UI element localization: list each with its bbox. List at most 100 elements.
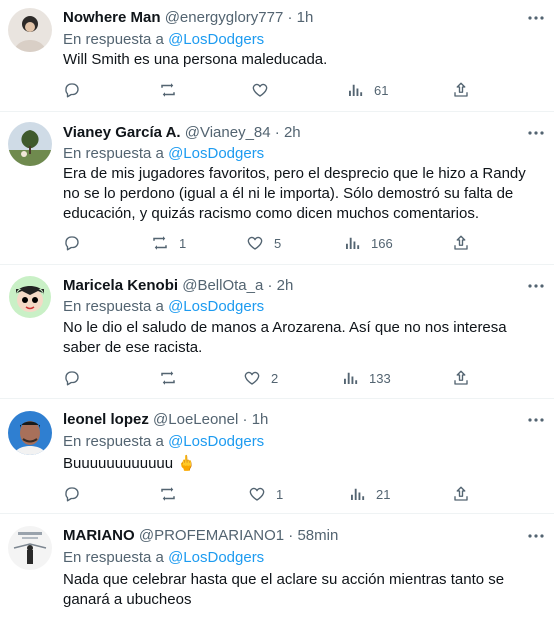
tweet-header: leonel lopez @LoeLeonel · 1h: [63, 410, 268, 430]
author-handle[interactable]: @PROFEMARIANO1: [139, 527, 284, 544]
view-count: 21: [376, 486, 391, 502]
views-icon: [349, 84, 363, 96]
retweet-button[interactable]: [159, 368, 187, 388]
like-button[interactable]: [251, 80, 279, 100]
avatar[interactable]: [8, 526, 52, 570]
like-button[interactable]: 5: [246, 233, 281, 253]
reply-context: En respuesta a @LosDodgers: [63, 297, 264, 317]
reply-context: En respuesta a @LosDodgers: [63, 30, 264, 50]
timestamp[interactable]: 58min: [297, 527, 338, 544]
reply-prefix: En respuesta a: [63, 145, 164, 162]
retweet-button[interactable]: [159, 80, 187, 100]
timestamp[interactable]: 1h: [297, 9, 314, 26]
reply-to-link[interactable]: @LosDodgers: [168, 549, 264, 566]
share-button[interactable]: [452, 368, 470, 388]
share-icon: [454, 486, 468, 501]
views-icon: [351, 488, 365, 500]
avatar[interactable]: [8, 122, 52, 166]
avatar[interactable]: [8, 8, 52, 52]
view-count: 61: [374, 82, 389, 98]
tweet[interactable]: Vianey García A. @Vianey_84 · 2h En resp…: [0, 112, 554, 265]
action-bar: 1 21: [63, 484, 483, 504]
share-button[interactable]: [452, 484, 470, 504]
tweet-header: Nowhere Man @energyglory777 · 1h: [63, 8, 313, 28]
more-icon[interactable]: [526, 410, 546, 430]
more-icon[interactable]: [526, 123, 546, 143]
heart-icon: [247, 236, 263, 250]
more-icon[interactable]: [526, 276, 546, 296]
reply-context: En respuesta a @LosDodgers: [63, 144, 264, 164]
heart-icon: [249, 487, 265, 501]
tweet[interactable]: leonel lopez @LoeLeonel · 1h En respuest…: [0, 399, 554, 514]
reply-icon: [65, 83, 79, 98]
views-icon: [346, 237, 360, 249]
tweet[interactable]: Nowhere Man @energyglory777 · 1h En resp…: [0, 0, 554, 112]
reply-to-link[interactable]: @LosDodgers: [168, 31, 264, 48]
reply-button[interactable]: [63, 80, 81, 100]
like-count: 5: [274, 235, 282, 251]
tweet-header: Maricela Kenobi @BellOta_a · 2h: [63, 276, 293, 296]
views-icon: [344, 372, 358, 384]
views-button[interactable]: 166: [343, 233, 393, 253]
more-icon[interactable]: [526, 8, 546, 28]
heart-icon: [244, 371, 260, 385]
author-handle[interactable]: @energyglory777: [165, 9, 284, 26]
like-count: 1: [276, 486, 284, 502]
tweet-text: Era de mis jugadores favoritos, pero el …: [63, 165, 526, 222]
reply-prefix: En respuesta a: [63, 549, 164, 566]
retweet-icon: [153, 236, 167, 250]
author-name[interactable]: Vianey García A.: [63, 124, 181, 141]
views-button[interactable]: 61: [346, 80, 388, 100]
author-name[interactable]: Maricela Kenobi: [63, 277, 178, 294]
reply-button[interactable]: [63, 484, 81, 504]
share-button[interactable]: [452, 80, 470, 100]
tweet[interactable]: MARIANO @PROFEMARIANO1 · 58min En respue…: [0, 514, 554, 620]
author-handle[interactable]: @LoeLeonel: [153, 411, 238, 428]
retweet-count: 1: [179, 235, 187, 251]
retweet-icon: [161, 83, 175, 97]
retweet-icon: [161, 371, 175, 385]
reply-button[interactable]: [63, 368, 81, 388]
reply-context: En respuesta a @LosDodgers: [63, 548, 264, 568]
author-name[interactable]: MARIANO: [63, 527, 135, 544]
view-count: 133: [369, 370, 391, 386]
share-icon: [454, 82, 468, 97]
tweet-header: MARIANO @PROFEMARIANO1 · 58min: [63, 526, 338, 546]
heart-icon: [252, 83, 268, 97]
more-icon[interactable]: [526, 526, 546, 546]
like-button[interactable]: 1: [248, 484, 283, 504]
share-button[interactable]: [452, 233, 470, 253]
action-bar: 2 133: [63, 368, 483, 388]
like-button[interactable]: 2: [243, 368, 278, 388]
tweet[interactable]: Maricela Kenobi @BellOta_a · 2h En respu…: [0, 265, 554, 399]
tweet-text: No le dio el saludo de manos a Arozarena…: [63, 319, 507, 356]
retweet-button[interactable]: [159, 484, 187, 504]
retweet-button[interactable]: 1: [151, 233, 186, 253]
author-handle[interactable]: @Vianey_84: [185, 124, 271, 141]
dot-separator: ·: [242, 411, 248, 428]
reply-to-link[interactable]: @LosDodgers: [168, 145, 264, 162]
avatar[interactable]: [8, 275, 52, 319]
views-button[interactable]: 21: [348, 484, 390, 504]
reply-to-link[interactable]: @LosDodgers: [168, 298, 264, 315]
timestamp[interactable]: 1h: [252, 411, 269, 428]
share-icon: [454, 235, 468, 250]
timestamp[interactable]: 2h: [277, 277, 294, 294]
dot-separator: ·: [288, 527, 294, 544]
author-name[interactable]: Nowhere Man: [63, 9, 161, 26]
author-name[interactable]: leonel lopez: [63, 411, 149, 428]
reply-context: En respuesta a @LosDodgers: [63, 432, 264, 452]
reply-prefix: En respuesta a: [63, 31, 164, 48]
timestamp[interactable]: 2h: [284, 124, 301, 141]
reply-icon: [65, 236, 79, 251]
avatar[interactable]: [8, 411, 52, 455]
author-handle[interactable]: @BellOta_a: [182, 277, 263, 294]
tweet-header: Vianey García A. @Vianey_84 · 2h: [63, 123, 301, 143]
action-bar: 1 5 166: [63, 233, 483, 253]
share-icon: [454, 370, 468, 385]
views-button[interactable]: 133: [341, 368, 391, 388]
reply-icon: [65, 487, 79, 502]
tweet-text: Will Smith es una persona maleducada.: [63, 51, 328, 68]
reply-button[interactable]: [63, 233, 81, 253]
reply-to-link[interactable]: @LosDodgers: [168, 433, 264, 450]
